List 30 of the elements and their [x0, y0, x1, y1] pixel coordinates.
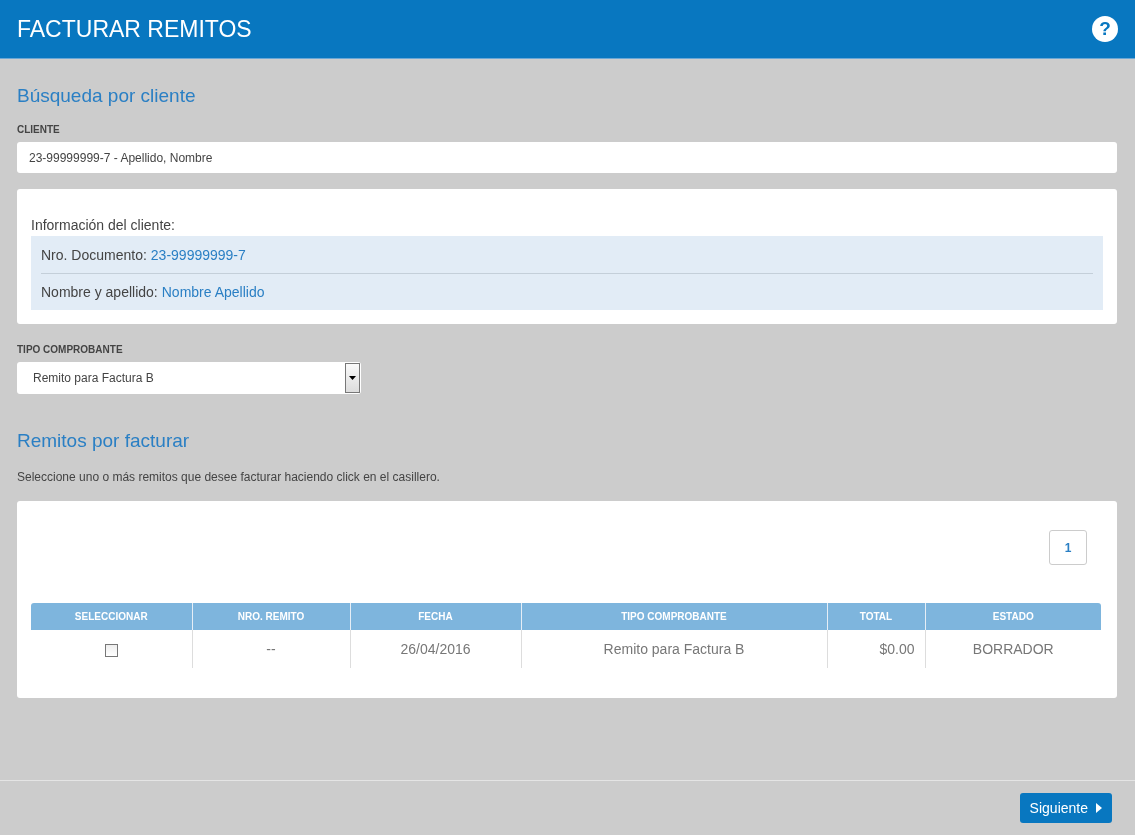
column-header: ESTADO [925, 603, 1101, 630]
column-header: SELECCIONAR [31, 603, 192, 630]
section-heading: Remitos por facturar [17, 430, 191, 452]
info-value: Nombre Apellido [161, 284, 265, 300]
caret-icon [345, 363, 360, 393]
page-button[interactable]: 1 [1049, 530, 1087, 565]
column-header: NRO. REMITO [192, 603, 350, 630]
table-cell: 26/04/2016 [400, 641, 471, 657]
table-cell: $0.00 [879, 641, 915, 657]
field-label: TIPO COMPROBANTE [17, 344, 124, 355]
info-value: 23-99999999-7 [150, 246, 246, 263]
page-title: FACTURAR REMITOS [17, 15, 252, 43]
table-cell: -- [266, 641, 276, 657]
section-heading: Búsqueda por cliente [17, 85, 197, 107]
info-label: Nro. Documento: [41, 246, 147, 263]
column-header: TIPO COMPROBANTE [521, 603, 827, 630]
voucher-type-select[interactable]: Remito para Factura B [17, 362, 361, 394]
info-title: Información del cliente: [31, 217, 176, 233]
column-header: TOTAL [827, 603, 925, 630]
table-cell: Remito para Factura B [603, 641, 745, 657]
row-checkbox[interactable] [104, 643, 118, 657]
client-field[interactable]: 23-99999999-7 - Apellido, Nombre [17, 142, 1117, 173]
caret-icon [1096, 803, 1102, 813]
next-button[interactable]: Siguiente [1019, 793, 1112, 823]
info-label: Nombre y apellido: [41, 284, 158, 300]
help-button[interactable]: ? [1092, 16, 1118, 42]
table-cell: BORRADOR [972, 641, 1054, 657]
field-label: CLIENTE [17, 124, 61, 135]
column-header: FECHA [350, 603, 521, 630]
instruction-text: Seleccione uno o más remitos que desee facturar haciendo click en el casillero. [17, 470, 441, 484]
